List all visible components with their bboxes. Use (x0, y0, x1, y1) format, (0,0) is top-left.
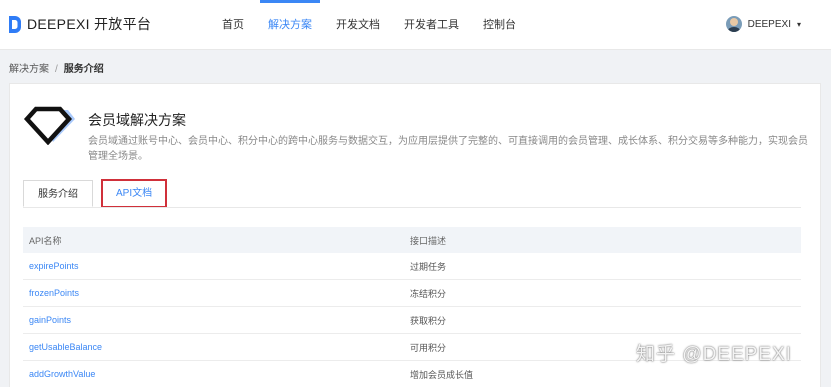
table-row: frozenPoints 冻结积分 (23, 280, 801, 307)
api-name-link[interactable]: gainPoints (23, 315, 410, 325)
main-nav: 首页 解决方案 开发文档 开发者工具 控制台 (210, 0, 528, 50)
column-header-description: 接口描述 (410, 235, 447, 246)
api-description: 增加会员成长值 (410, 369, 474, 380)
tab-api-docs[interactable]: API文档 (101, 179, 168, 208)
chevron-down-icon: ▾ (796, 19, 801, 29)
table-row: expirePoints 过期任务 (23, 253, 801, 280)
diamond-icon (23, 106, 75, 145)
breadcrumb: 解决方案 / 服务介绍 (9, 60, 104, 75)
brand[interactable]: DEEPEXI 开放平台 (9, 14, 151, 34)
nav-home[interactable]: 首页 (210, 0, 256, 50)
tab-divider (23, 207, 801, 208)
api-name-link[interactable]: getUsableBalance (23, 342, 410, 352)
top-header: DEEPEXI 开放平台 首页 解决方案 开发文档 开发者工具 控制台 DEEP… (0, 0, 831, 50)
api-description: 冻结积分 (410, 288, 447, 299)
breadcrumb-parent[interactable]: 解决方案 (9, 64, 49, 75)
api-description: 获取积分 (410, 315, 447, 326)
api-description: 过期任务 (410, 261, 447, 272)
tab-service-intro[interactable]: 服务介绍 (23, 180, 93, 207)
nav-dev-docs[interactable]: 开发文档 (324, 0, 392, 50)
user-name: DEEPEXI (747, 18, 791, 30)
table-header: API名称 接口描述 (23, 227, 801, 253)
tab-bar: 服务介绍 API文档 (23, 179, 168, 208)
breadcrumb-separator: / (55, 64, 58, 75)
deepexi-logo-icon (9, 15, 21, 33)
api-name-link[interactable]: frozenPoints (23, 288, 410, 298)
table-row: gainPoints 获取积分 (23, 307, 801, 334)
user-menu[interactable]: DEEPEXI ▾ (725, 16, 801, 32)
api-name-link[interactable]: addGrowthValue (23, 369, 410, 379)
api-name-link[interactable]: expirePoints (23, 261, 410, 271)
nav-dev-tools[interactable]: 开发者工具 (392, 0, 471, 50)
nav-console[interactable]: 控制台 (471, 0, 528, 50)
nav-solutions[interactable]: 解决方案 (256, 0, 324, 50)
avatar (725, 16, 742, 32)
zhihu-watermark: 知乎 @DEEPEXI (636, 344, 792, 365)
brand-name: DEEPEXI 开放平台 (27, 16, 152, 32)
product-title: 会员域解决方案 (88, 112, 186, 128)
column-header-api-name: API名称 (29, 235, 62, 246)
product-description: 会员域通过账号中心、会员中心、积分中心的跨中心服务与数据交互，为应用层提供了完整… (88, 136, 808, 162)
breadcrumb-current: 服务介绍 (63, 64, 104, 75)
